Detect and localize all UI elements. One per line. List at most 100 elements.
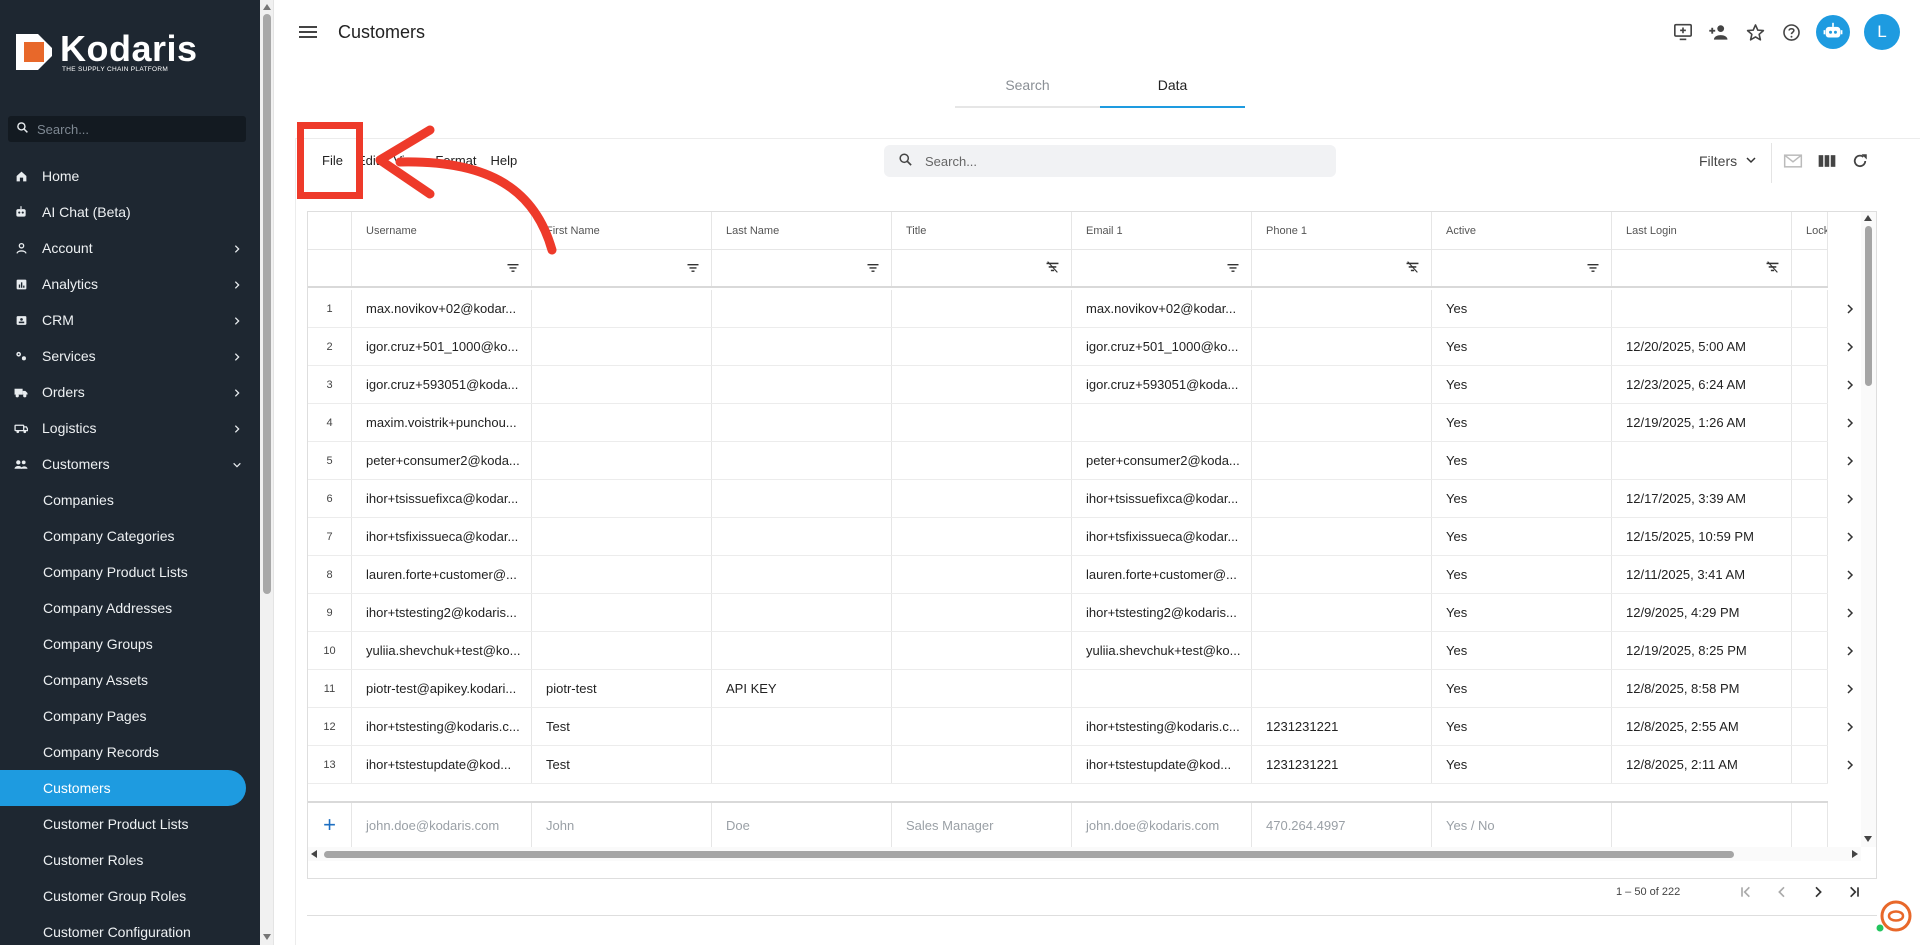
sidebar-scroll-thumb[interactable] <box>263 14 271 594</box>
table-row[interactable]: 1 max.novikov+02@kodar... max.novikov+02@k… <box>308 290 1828 328</box>
grid-vertical-scroll-thumb[interactable] <box>1865 226 1872 386</box>
cell-last-name[interactable] <box>712 632 892 669</box>
sidebar-search-input[interactable] <box>37 121 227 137</box>
cell-active[interactable]: Yes <box>1432 708 1612 745</box>
cell-username[interactable]: piotr-test@apikey.kodari... <box>352 670 532 707</box>
cell-username[interactable]: maxim.voistrik+punchou... <box>352 404 532 441</box>
cell-active[interactable]: Yes <box>1432 404 1612 441</box>
grid-horizontal-scrollbar[interactable] <box>308 847 1861 861</box>
cell-active[interactable]: Yes <box>1432 290 1612 327</box>
column-header[interactable]: Phone 1 <box>1252 212 1432 249</box>
cell-last-name[interactable] <box>712 290 892 327</box>
user-avatar[interactable]: L <box>1864 14 1900 50</box>
filter-icon[interactable] <box>507 261 519 276</box>
sidebar-subitem-company-addresses[interactable]: Company Addresses <box>0 590 260 626</box>
cell-active[interactable]: Yes <box>1432 594 1612 631</box>
cell-first-name[interactable] <box>532 290 712 327</box>
cell-first-name[interactable] <box>532 404 712 441</box>
column-filter[interactable] <box>712 250 892 286</box>
row-open-chevron-icon[interactable] <box>1840 518 1860 556</box>
cell-email[interactable] <box>1072 670 1252 707</box>
cell-phone[interactable] <box>1252 328 1432 365</box>
grid-search[interactable] <box>884 145 1336 177</box>
cell-last-name[interactable] <box>712 518 892 555</box>
filter-off-icon[interactable] <box>1406 260 1419 276</box>
cell-username[interactable]: ihor+tsissuefixca@kodar... <box>352 480 532 517</box>
tab-data[interactable]: Data <box>1100 68 1245 108</box>
row-open-chevron-icon[interactable] <box>1840 670 1860 708</box>
cell-username[interactable]: peter+consumer2@koda... <box>352 442 532 479</box>
cell-first-name[interactable]: Test <box>532 708 712 745</box>
column-filter[interactable] <box>1432 250 1612 286</box>
column-filter[interactable] <box>1612 250 1792 286</box>
cell-first-name[interactable] <box>532 556 712 593</box>
row-open-chevron-icon[interactable] <box>1840 594 1860 632</box>
sidebar-item-services[interactable]: Services <box>0 338 260 374</box>
sidebar-item-ai-chat[interactable]: AI Chat (Beta) <box>0 194 260 230</box>
cell-phone[interactable] <box>1252 670 1432 707</box>
sidebar-subitem-company-pages[interactable]: Company Pages <box>0 698 260 734</box>
new-row-first-name[interactable]: John <box>532 803 712 847</box>
cell-email[interactable]: ihor+tsissuefixca@kodar... <box>1072 480 1252 517</box>
cell-title[interactable] <box>892 594 1072 631</box>
cell-last-name[interactable] <box>712 404 892 441</box>
scroll-left-arrow-icon[interactable] <box>311 850 317 858</box>
cell-title[interactable] <box>892 328 1072 365</box>
column-filter[interactable] <box>1252 250 1432 286</box>
new-row-lock[interactable] <box>1792 803 1828 847</box>
table-row[interactable]: 9 ihor+tstesting2@kodaris... ihor+tstestin… <box>308 594 1828 632</box>
column-header[interactable]: Lock <box>1792 212 1828 249</box>
new-row-email[interactable]: john.doe@kodaris.com <box>1072 803 1252 847</box>
sidebar-subitem-company-groups[interactable]: Company Groups <box>0 626 260 662</box>
cell-username[interactable]: igor.cruz+593051@koda... <box>352 366 532 403</box>
cell-last-login[interactable]: 12/8/2025, 8:58 PM <box>1612 670 1792 707</box>
cell-last-name[interactable] <box>712 442 892 479</box>
scroll-right-arrow-icon[interactable] <box>1852 850 1858 858</box>
row-open-chevron-icon[interactable] <box>1840 556 1860 594</box>
cell-last-login[interactable]: 12/19/2025, 8:25 PM <box>1612 632 1792 669</box>
cell-email[interactable]: ihor+tsfixissueca@kodar... <box>1072 518 1252 555</box>
filter-icon[interactable] <box>1227 261 1239 276</box>
cell-lock[interactable] <box>1792 442 1828 479</box>
row-open-chevron-icon[interactable] <box>1840 708 1860 746</box>
table-row[interactable]: 2 igor.cruz+501_1000@ko... igor.cruz+501_1… <box>308 328 1828 366</box>
first-page-icon[interactable] <box>1728 880 1764 904</box>
cell-active[interactable]: Yes <box>1432 518 1612 555</box>
cell-last-name[interactable] <box>712 556 892 593</box>
cell-title[interactable] <box>892 480 1072 517</box>
cell-lock[interactable] <box>1792 518 1828 555</box>
cell-active[interactable]: Yes <box>1432 480 1612 517</box>
row-open-chevron-icon[interactable] <box>1840 328 1860 366</box>
table-row[interactable]: 7 ihor+tsfixissueca@kodar... ihor+tsfixiss… <box>308 518 1828 556</box>
sidebar-scrollbar[interactable] <box>260 0 274 945</box>
cell-last-login[interactable]: 12/17/2025, 3:39 AM <box>1612 480 1792 517</box>
ai-bot-button[interactable] <box>1816 15 1850 49</box>
filter-icon[interactable] <box>867 261 879 276</box>
cell-active[interactable]: Yes <box>1432 366 1612 403</box>
new-row-username[interactable]: john.doe@kodaris.com <box>352 803 532 847</box>
new-row-title[interactable]: Sales Manager <box>892 803 1072 847</box>
cell-lock[interactable] <box>1792 594 1828 631</box>
sidebar-subitem-company-records[interactable]: Company Records <box>0 734 260 770</box>
add-person-icon[interactable] <box>1708 21 1730 43</box>
cell-last-login[interactable]: 12/8/2025, 2:11 AM <box>1612 746 1792 783</box>
cell-username[interactable]: ihor+tstesting2@kodaris... <box>352 594 532 631</box>
table-row[interactable]: 5 peter+consumer2@koda... peter+consumer2@… <box>308 442 1828 480</box>
previous-page-icon[interactable] <box>1764 880 1800 904</box>
cell-email[interactable]: max.novikov+02@kodar... <box>1072 290 1252 327</box>
cell-last-login[interactable] <box>1612 290 1792 327</box>
cell-lock[interactable] <box>1792 632 1828 669</box>
filter-off-icon[interactable] <box>1046 260 1059 276</box>
cell-phone[interactable] <box>1252 632 1432 669</box>
row-open-chevron-icon[interactable] <box>1840 442 1860 480</box>
cell-title[interactable] <box>892 442 1072 479</box>
table-row[interactable]: 10 yuliia.shevchuk+test@ko... yuliia.shevc… <box>308 632 1828 670</box>
sidebar-item-home[interactable]: Home <box>0 158 260 194</box>
cell-last-login[interactable]: 12/20/2025, 5:00 AM <box>1612 328 1792 365</box>
cell-phone[interactable] <box>1252 480 1432 517</box>
filter-icon[interactable] <box>1587 261 1599 276</box>
cell-first-name[interactable] <box>532 594 712 631</box>
filters-dropdown[interactable]: Filters <box>1699 153 1757 169</box>
new-row-template[interactable]: + john.doe@kodaris.com John Doe Sales Ma… <box>308 801 1828 847</box>
cell-active[interactable]: Yes <box>1432 442 1612 479</box>
